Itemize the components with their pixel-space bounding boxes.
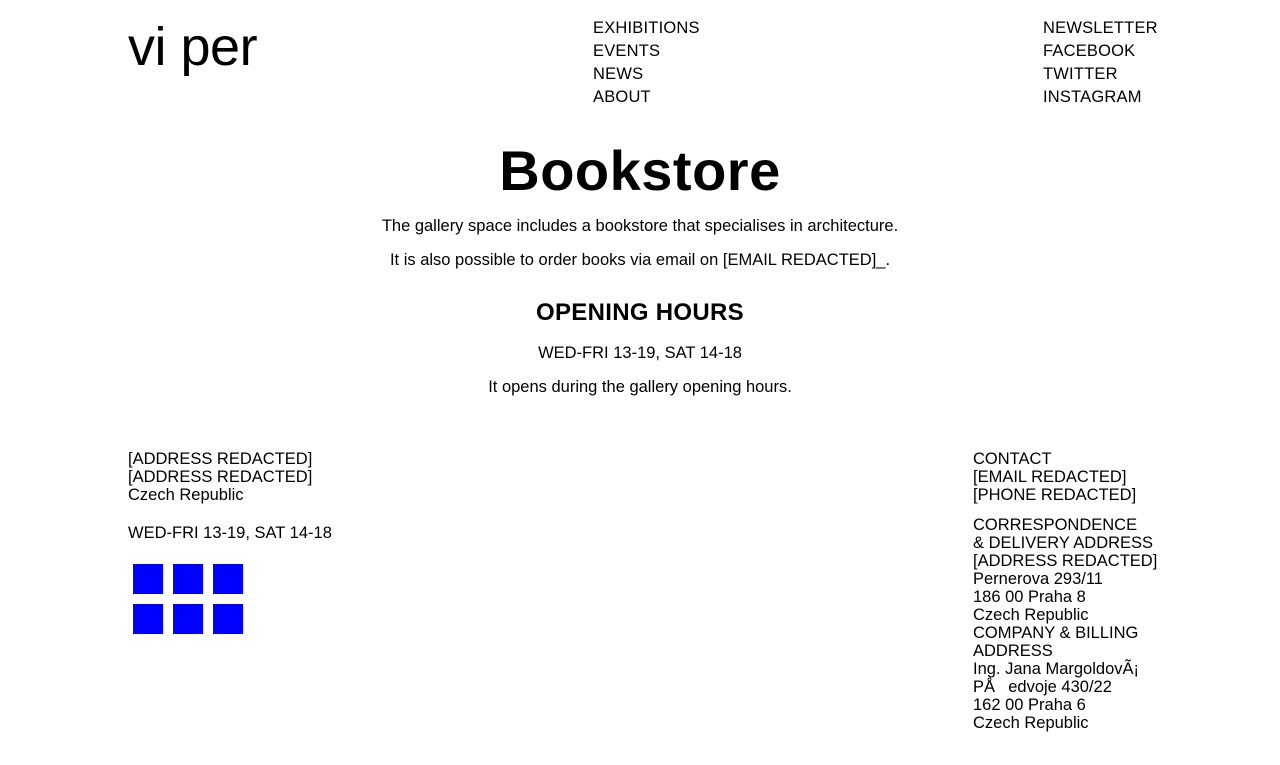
social-nav: NEWSLETTER FACEBOOK TWITTER INSTAGRAM [1043, 17, 1158, 109]
billing-heading: COMPANY & BILLING [973, 624, 1139, 642]
footer-address-block: [ADDRESS REDACTED] [ADDRESS REDACTED] Cz… [128, 450, 332, 542]
billing-name: Ing. Jana MargoldovÃ¡ [973, 660, 1140, 678]
address-country: Czech Republic [128, 486, 244, 504]
opening-hours-text: WED-FRI 13-19, SAT 14-18 [538, 344, 742, 362]
address-country: Czech Republic [973, 606, 1089, 624]
footer-hours: WED-FRI 13-19, SAT 14-18 [128, 524, 332, 542]
nav-item-events[interactable]: EVENTS [593, 40, 700, 63]
social-icon[interactable] [213, 564, 243, 594]
page-title: Bookstore [499, 139, 781, 202]
intro-text: The gallery space includes a bookstore t… [381, 217, 899, 235]
main-content: Bookstore The gallery space includes a b… [0, 138, 1280, 397]
nav-item-twitter[interactable]: TWITTER [1043, 63, 1158, 86]
nav-item-exhibitions[interactable]: EXHIBITIONS [593, 17, 700, 40]
main-nav: EXHIBITIONS EVENTS NEWS ABOUT [593, 17, 700, 109]
nav-item-about[interactable]: ABOUT [593, 86, 700, 109]
nav-item-newsletter[interactable]: NEWSLETTER [1043, 17, 1158, 40]
address-line: Pernerova 293/11 [973, 570, 1103, 588]
nav-item-instagram[interactable]: INSTAGRAM [1043, 86, 1158, 109]
social-icon[interactable] [173, 564, 203, 594]
address-line: 186 00 Praha 8 [973, 588, 1086, 606]
contact-phone-link[interactable]: [PHONE REDACTED] [973, 486, 1157, 504]
address-line: PÅedvoje 430/22 [973, 678, 1112, 696]
social-icon[interactable] [133, 604, 163, 634]
correspondence-heading: & DELIVERY ADDRESS [973, 534, 1154, 552]
footer-contact-block: CONTACT [EMAIL REDACTED] [PHONE REDACTED… [973, 450, 1157, 732]
site-logo[interactable]: vi per [128, 16, 258, 78]
address-line: 162 00 Praha 6 [973, 696, 1086, 714]
address-line: [ADDRESS REDACTED] [973, 552, 1158, 570]
contact-heading: CONTACT [973, 450, 1052, 468]
social-icon[interactable] [173, 604, 203, 634]
correspondence-heading: CORRESPONDENCE [973, 516, 1138, 534]
social-icon[interactable] [133, 564, 163, 594]
nav-item-news[interactable]: NEWS [593, 63, 700, 86]
order-info-text: It is also possible to order books via e… [389, 251, 891, 269]
address-line: [ADDRESS REDACTED] [128, 450, 313, 468]
opening-hours-heading: OPENING HOURS [536, 299, 744, 326]
nav-item-facebook[interactable]: FACEBOOK [1043, 40, 1158, 63]
contact-email-link[interactable]: [EMAIL REDACTED] [973, 468, 1157, 486]
billing-heading: ADDRESS [973, 642, 1053, 660]
address-line: [ADDRESS REDACTED] [128, 468, 313, 486]
opening-hours-note: It opens during the gallery opening hour… [488, 378, 792, 396]
social-icon[interactable] [213, 604, 243, 634]
address-country: Czech Republic [973, 714, 1089, 732]
